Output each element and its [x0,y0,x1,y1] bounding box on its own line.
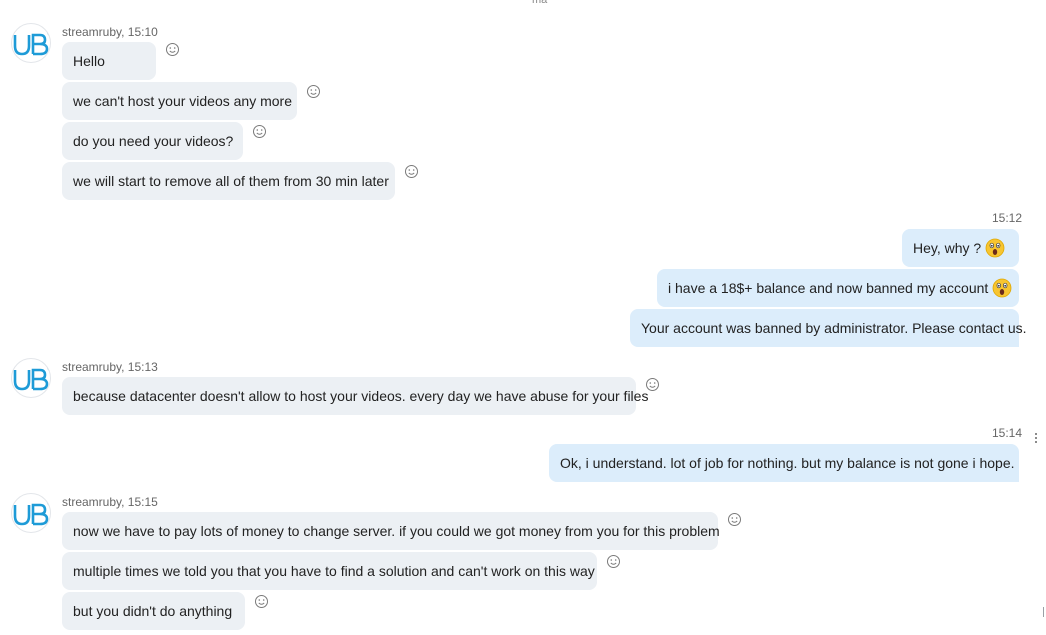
message-text: Hello [73,53,105,69]
streamruby-logo [13,367,50,391]
streamruby-logo [13,32,50,56]
avatar[interactable] [11,23,51,63]
message-bubble[interactable]: i have a 18$+ balance and now banned my … [657,269,1019,307]
message-bubble[interactable]: because datacenter doesn't allow to host… [62,377,648,415]
more-options-icon[interactable] [1033,432,1039,444]
message-text: multiple times we told you that you have… [73,563,595,579]
scrollbar[interactable] [1043,607,1044,617]
message-text: we can't host your videos any more [73,93,293,109]
smiley-icon[interactable] [254,594,269,609]
message-text: Hey, why ? [913,240,982,256]
smiley-icon[interactable] [252,124,267,139]
smiley-icon[interactable] [727,512,742,527]
smiley-icon[interactable] [306,84,321,99]
smiley-icon[interactable] [606,554,621,569]
message-text: but you didn't do anything [73,603,233,619]
surprised-face-emoji [992,278,1012,298]
message-text: do you need your videos? [73,133,234,149]
message-timestamp: 15:14 [992,426,1023,440]
sender-label: streamruby, 15:10 [62,25,158,39]
message-text: i have a 18$+ balance and now banned my … [668,280,989,296]
message-bubble[interactable]: Your account was banned by administrator… [630,309,1027,347]
message-bubble[interactable]: Hello [62,42,156,80]
smiley-icon[interactable] [404,164,419,179]
message-bubble[interactable]: we will start to remove all of them from… [62,162,395,200]
message-bubble[interactable]: multiple times we told you that you have… [62,552,597,590]
message-timestamp: 15:12 [992,211,1023,225]
message-text: Ok, i understand. lot of job for nothing… [560,455,1015,471]
cut-off-text: ma [532,0,548,6]
message-bubble[interactable]: but you didn't do anything [62,592,245,630]
sender-label: streamruby, 15:13 [62,360,158,374]
message-bubble[interactable]: Hey, why ? [902,229,1019,267]
streamruby-logo [13,502,50,526]
smiley-icon[interactable] [165,42,180,57]
message-text: now we have to pay lots of money to chan… [73,523,720,539]
surprised-face-emoji [985,238,1005,258]
message-text: because datacenter doesn't allow to host… [73,388,649,404]
message-bubble[interactable]: now we have to pay lots of money to chan… [62,512,720,550]
message-text: Your account was banned by administrator… [641,320,1027,336]
smiley-icon[interactable] [645,377,660,392]
sender-label: streamruby, 15:15 [62,495,158,509]
message-bubble[interactable]: we can't host your videos any more [62,82,297,120]
avatar[interactable] [11,493,51,533]
message-bubble[interactable]: do you need your videos? [62,122,243,160]
message-text: we will start to remove all of them from… [73,173,389,189]
avatar[interactable] [11,358,51,398]
message-bubble[interactable]: Ok, i understand. lot of job for nothing… [549,444,1019,482]
